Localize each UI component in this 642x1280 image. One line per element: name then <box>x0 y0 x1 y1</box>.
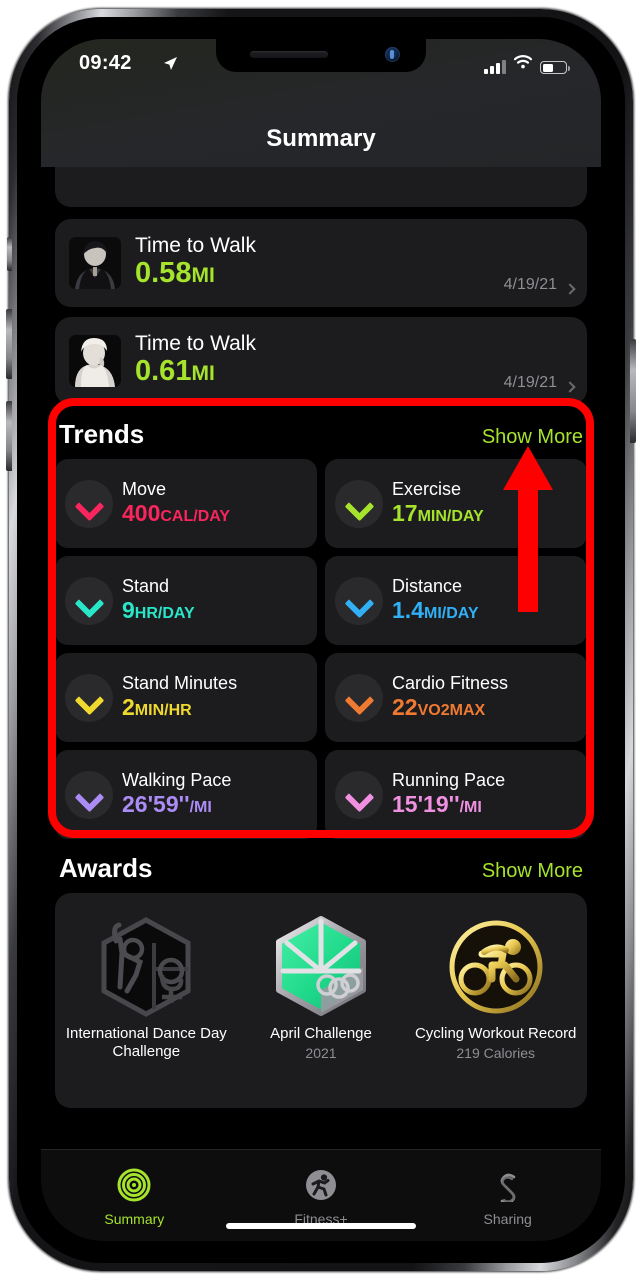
trend-name: Walking Pace <box>122 769 232 790</box>
trend-name: Running Pace <box>392 769 506 790</box>
trend-name: Cardio Fitness <box>392 672 509 693</box>
home-indicator[interactable] <box>226 1223 416 1229</box>
summary-scroll-view[interactable]: Time to Walk 0.58MI 4/19/21 Time to Walk… <box>41 39 601 1241</box>
chevron-down-icon <box>78 493 100 515</box>
trend-chip <box>65 479 113 528</box>
trend-card-stand-minutes[interactable]: Stand Minutes 2MIN/HR <box>55 653 317 742</box>
trend-name: Move <box>122 478 167 499</box>
walk-thumbnail <box>69 237 121 289</box>
phone-frame: Time to Walk 0.58MI 4/19/21 Time to Walk… <box>6 9 636 1271</box>
chevron-right-icon <box>564 381 576 393</box>
trend-value: 17MIN/DAY <box>392 499 484 526</box>
trend-name: Exercise <box>392 478 462 499</box>
walk-distance: 0.61MI <box>135 355 215 388</box>
trend-card-cardio-fitness[interactable]: Cardio Fitness 22VO2MAX <box>325 653 587 742</box>
trend-card-walking-pace[interactable]: Walking Pace 26'59''/MI <box>55 750 317 839</box>
walk-distance: 0.58MI <box>135 257 215 290</box>
trend-value: 15'19''/MI <box>392 790 482 817</box>
cycling-record-badge <box>408 909 583 1025</box>
notch <box>216 39 426 72</box>
trend-chip <box>65 576 113 625</box>
tab-label: Summary <box>104 1211 165 1227</box>
chevron-right-icon <box>564 283 576 295</box>
trend-value: 400CAL/DAY <box>122 499 231 526</box>
trend-name: Stand <box>122 575 170 596</box>
chevron-down-icon <box>348 784 370 806</box>
mute-switch[interactable] <box>7 237 12 271</box>
tab-summary[interactable]: Summary <box>41 1150 228 1241</box>
walk-text: Time to Walk 0.61MI <box>135 333 256 388</box>
volume-down-button[interactable] <box>6 401 12 471</box>
power-button[interactable] <box>630 339 636 443</box>
up-arrow-annotation <box>500 444 556 619</box>
trend-value: 22VO2MAX <box>392 693 486 720</box>
trend-value: 2MIN/HR <box>122 693 192 720</box>
award-name: April Challenge <box>270 1025 372 1042</box>
trend-chip <box>65 770 113 819</box>
award-name: International Dance Day Challenge <box>65 1025 227 1060</box>
dance-challenge-badge <box>59 909 234 1025</box>
trend-card-move[interactable]: Move 400CAL/DAY <box>55 459 317 548</box>
award-item[interactable]: Cycling Workout Record 219 Calories <box>408 909 583 1108</box>
chevron-down-icon <box>78 784 100 806</box>
trend-value: 1.4MI/DAY <box>392 596 479 623</box>
trend-value: 9HR/DAY <box>122 596 195 623</box>
chevron-down-icon <box>348 493 370 515</box>
walk-date: 4/19/21 <box>503 276 557 293</box>
award-item[interactable]: April Challenge 2021 <box>234 909 409 1108</box>
award-name: Cycling Workout Record <box>414 1025 577 1042</box>
chevron-down-icon <box>348 687 370 709</box>
sharing-icon <box>491 1168 525 1207</box>
trend-chip <box>335 673 383 722</box>
activity-rings-icon <box>117 1168 151 1207</box>
chevron-down-icon <box>348 590 370 612</box>
front-camera-icon <box>385 47 400 62</box>
tab-label: Sharing <box>483 1211 532 1227</box>
chevron-down-icon <box>78 590 100 612</box>
awards-section-header: Awards Show More <box>55 853 587 884</box>
trend-chip <box>335 576 383 625</box>
trend-card-stand[interactable]: Stand 9HR/DAY <box>55 556 317 645</box>
awards-card: International Dance Day Challenge April … <box>55 893 587 1108</box>
award-sub: 219 Calories <box>456 1044 535 1061</box>
time-to-walk-card[interactable]: Time to Walk 0.58MI 4/19/21 <box>55 219 587 307</box>
awards-title: Awards <box>59 853 153 883</box>
runner-icon <box>304 1168 338 1207</box>
chevron-down-icon <box>78 687 100 709</box>
walk-text: Time to Walk 0.58MI <box>135 235 256 290</box>
trend-chip <box>335 479 383 528</box>
walk-title: Time to Walk <box>135 332 256 356</box>
phone-screen: Time to Walk 0.58MI 4/19/21 Time to Walk… <box>41 39 601 1241</box>
walk-title: Time to Walk <box>135 234 256 258</box>
trend-value: 26'59''/MI <box>122 790 212 817</box>
earpiece-speaker <box>250 51 328 58</box>
trend-name: Distance <box>392 575 463 596</box>
trend-chip <box>335 770 383 819</box>
page-title: Summary <box>266 125 376 152</box>
time-to-walk-card[interactable]: Time to Walk 0.61MI 4/19/21 <box>55 317 587 405</box>
trend-chip <box>65 673 113 722</box>
trend-card-running-pace[interactable]: Running Pace 15'19''/MI <box>325 750 587 839</box>
trends-title: Trends <box>59 419 145 449</box>
volume-up-button[interactable] <box>6 309 12 379</box>
walk-thumbnail <box>69 335 121 387</box>
april-challenge-badge <box>234 909 409 1025</box>
tab-sharing[interactable]: Sharing <box>414 1150 601 1241</box>
award-sub: 2021 <box>305 1044 337 1061</box>
award-item[interactable]: International Dance Day Challenge <box>59 909 234 1108</box>
awards-show-more-button[interactable]: Show More <box>482 860 583 883</box>
trend-name: Stand Minutes <box>122 672 238 693</box>
walk-date: 4/19/21 <box>503 374 557 391</box>
